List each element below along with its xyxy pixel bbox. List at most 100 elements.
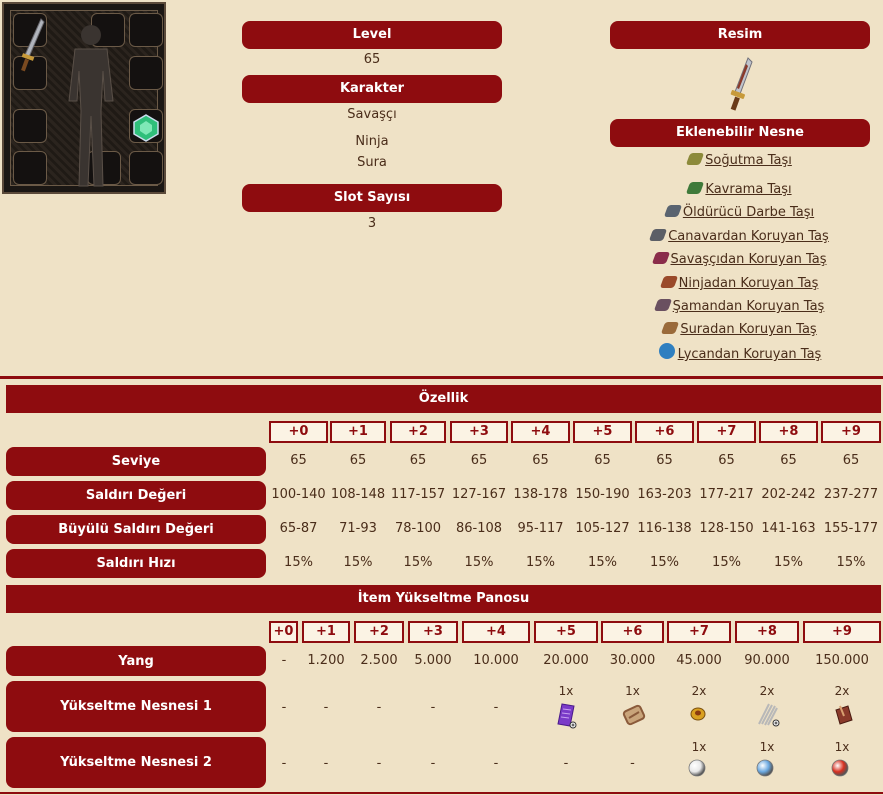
addable-item-label[interactable]: Şamandan Koruyan Taş (673, 299, 825, 314)
equipment-panel (2, 2, 166, 194)
leather-pouch-icon[interactable] (830, 702, 856, 730)
upgrade-header: İtem Yükseltme Panosu (6, 585, 881, 613)
column-header: +3 (450, 421, 508, 443)
blue-orb-icon[interactable] (755, 758, 781, 786)
talisman-slot[interactable] (129, 151, 163, 185)
row-label: Saldırı Değeri (6, 481, 266, 510)
table-cell: 15% (403, 555, 433, 570)
yang-cell: 30.000 (609, 653, 656, 668)
table-cell: 65 (470, 453, 488, 468)
white-orb-icon[interactable] (687, 758, 713, 786)
addable-item-link[interactable]: Ninjadan Koruyan Taş (610, 273, 870, 295)
yang-cell: 90.000 (744, 653, 790, 668)
addable-item-link[interactable]: Öldürücü Darbe Taşı (610, 202, 870, 224)
stone-icon (651, 252, 670, 264)
row-label: Büyülü Saldırı Değeri (6, 515, 266, 544)
empty-cell: - (323, 700, 329, 715)
yang-cell: 5.000 (414, 653, 452, 668)
addable-item-label[interactable]: Öldürücü Darbe Taşı (683, 205, 814, 220)
item-quantity: 1x (759, 740, 775, 754)
empty-cell: - (493, 756, 499, 771)
slot-header: Slot Sayısı (242, 184, 502, 212)
table-cell: 65 (718, 453, 735, 468)
equipment-grid (10, 10, 163, 187)
column-header: +7 (697, 421, 756, 443)
column-header: +5 (534, 621, 598, 643)
table-cell: 202-242 (761, 487, 816, 502)
table-cell: 15% (774, 555, 803, 570)
item-quantity: 1x (558, 684, 574, 698)
stone-icon (658, 343, 675, 359)
table-cell: 100-140 (271, 487, 326, 502)
table-cell: 15% (588, 555, 617, 570)
empty-cell: - (281, 756, 287, 771)
table-cell: 86-108 (455, 521, 503, 536)
addable-item-label[interactable]: Soğutma Taşı (705, 153, 792, 168)
table-cell: 155-177 (823, 521, 879, 536)
addable-item-label[interactable]: Kavrama Taşı (705, 182, 791, 197)
table-cell: 65 (409, 453, 427, 468)
table-cell: 116-138 (637, 521, 692, 536)
table-cell: 15% (526, 555, 555, 570)
empty-cell: - (323, 756, 329, 771)
table-cell: 127-167 (451, 487, 507, 502)
empty-cell: - (430, 700, 436, 715)
column-header: +7 (667, 621, 731, 643)
character-silhouette (68, 25, 114, 187)
empty-cell: - (563, 756, 569, 771)
item-quantity: 1x (691, 740, 707, 754)
table-cell: 71-93 (339, 521, 377, 536)
addable-item-label[interactable]: Ninjadan Koruyan Taş (679, 276, 819, 291)
stone-icon (685, 153, 705, 165)
column-header: +3 (408, 621, 458, 643)
red-orb-icon[interactable] (830, 758, 856, 786)
row-label: Saldırı Hızı (6, 549, 266, 578)
column-header: +8 (759, 421, 818, 443)
row-label: Seviye (6, 447, 266, 476)
addable-item-link[interactable]: Kavrama Taşı (610, 179, 870, 201)
green-gem-icon (133, 114, 159, 142)
table-cell: 65-87 (279, 521, 318, 536)
earring-slot[interactable] (129, 56, 163, 90)
empty-cell: - (281, 700, 287, 715)
addable-item-label[interactable]: Canavardan Koruyan Taş (668, 229, 829, 244)
column-header: +4 (462, 621, 530, 643)
column-header: +2 (354, 621, 404, 643)
addable-item-link[interactable]: Suradan Koruyan Taş (610, 319, 870, 341)
helmet-slot[interactable] (129, 13, 163, 47)
resim-header: Resim (610, 21, 870, 49)
table-cell: 141-163 (761, 521, 816, 536)
addable-item-label[interactable]: Suradan Koruyan Taş (680, 322, 816, 337)
shoes-slot[interactable] (13, 151, 47, 185)
addable-item-link[interactable]: Soğutma Taşı (610, 150, 870, 172)
addable-item-link[interactable]: Savaşçıdan Koruyan Taş (610, 249, 870, 271)
column-header: +1 (302, 621, 350, 643)
stone-icon (663, 205, 683, 217)
level-header: Level (242, 21, 502, 49)
column-header: +8 (735, 621, 799, 643)
yang-row-label: Yang (6, 646, 266, 676)
yang-cell: 20.000 (543, 653, 589, 668)
yang-cell: 1.200 (307, 653, 345, 668)
addable-item-link[interactable]: Canavardan Koruyan Taş (610, 226, 870, 248)
column-header: +1 (330, 421, 386, 443)
yang-cell: 10.000 (473, 653, 519, 668)
necklace-slot[interactable] (13, 109, 47, 143)
bundle-icon[interactable] (621, 702, 647, 730)
equipped-sword-icon (21, 18, 45, 72)
purple-scroll-icon[interactable] (554, 702, 580, 730)
table-cell: 15% (836, 555, 866, 570)
item-quantity: 1x (834, 740, 850, 754)
gold-ring-icon[interactable] (687, 702, 713, 730)
table-cell: 128-150 (699, 521, 754, 536)
silver-hair-icon[interactable] (755, 702, 781, 730)
column-header: +6 (635, 421, 694, 443)
addable-item-label[interactable]: Savaşçıdan Koruyan Taş (671, 252, 827, 267)
column-header: +2 (390, 421, 446, 443)
column-header: +0 (269, 621, 298, 643)
addable-item-link[interactable]: Lycandan Koruyan Taş (610, 343, 870, 365)
karakter-value: Savaşçı (347, 107, 397, 122)
item2-row-label: Yükseltme Nesnesi 2 (6, 737, 266, 788)
addable-item-link[interactable]: Şamandan Koruyan Taş (610, 296, 870, 318)
addable-item-label[interactable]: Lycandan Koruyan Taş (678, 347, 822, 362)
